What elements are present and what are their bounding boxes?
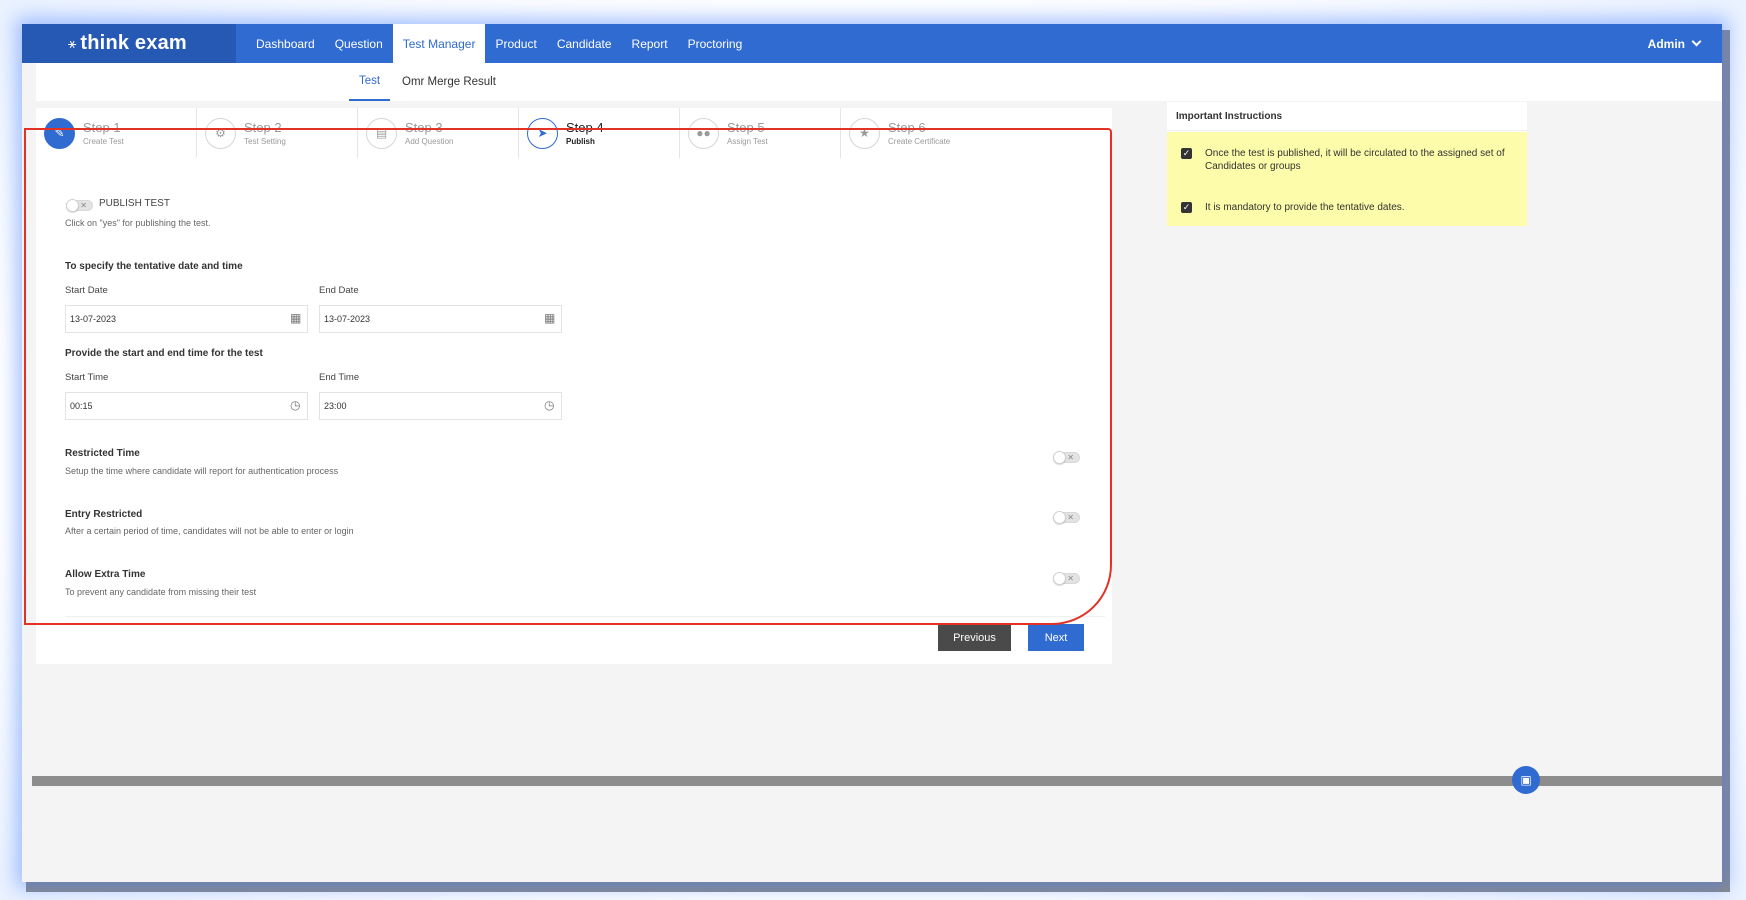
nav-proctoring[interactable]: Proctoring xyxy=(678,24,753,63)
test-wizard-card: ✎ Step 1 Create Test ⚙ Step 2 Test Setting… xyxy=(36,108,1112,664)
times-heading: Provide the start and end time for the t… xyxy=(65,348,263,359)
previous-button[interactable]: Previous xyxy=(938,624,1011,651)
start-time-input[interactable]: 00:15 xyxy=(65,392,308,420)
start-date-input[interactable]: 13-07-2023 xyxy=(65,305,308,333)
publish-hint: Click on "yes" for publishing the test. xyxy=(65,218,211,228)
entry-restricted-title: Entry Restricted xyxy=(65,509,143,520)
checkbox-checked-icon[interactable]: ✓ xyxy=(1181,202,1192,213)
step-title: Step 6 xyxy=(888,119,926,135)
nav-dashboard[interactable]: Dashboard xyxy=(236,24,325,63)
gear-icon: ⚙ xyxy=(205,117,236,149)
step-title: Step 5 xyxy=(727,119,765,135)
dates-heading: To specify the tentative date and time xyxy=(65,261,243,272)
calendar-icon[interactable]: ▦ xyxy=(544,311,555,325)
nav-question[interactable]: Question xyxy=(325,24,393,63)
instruction-item: It is mandatory to provide the tentative… xyxy=(1205,202,1405,213)
logo[interactable]: ⚹ think exam xyxy=(22,24,236,63)
allow-extra-time-desc: To prevent any candidate from missing th… xyxy=(65,587,257,597)
top-navbar: ⚹ think exam Dashboard Question Test Man… xyxy=(22,24,1722,63)
clock-icon[interactable]: ◷ xyxy=(544,398,554,412)
allow-extra-time-toggle[interactable]: ✕ xyxy=(1053,572,1080,585)
document-icon: ▤ xyxy=(366,117,397,149)
instructions-panel: Important Instructions ✓ Once the test i… xyxy=(1167,102,1527,226)
instructions-body: ✓ Once the test is published, it will be… xyxy=(1167,132,1527,226)
step-title: Step 4 xyxy=(566,119,604,135)
step-subtitle: Create Certificate xyxy=(888,136,951,146)
tab-omr-merge-result[interactable]: Omr Merge Result xyxy=(396,63,502,101)
close-icon: ✕ xyxy=(1067,513,1074,522)
toggle-knob xyxy=(1053,572,1066,585)
user-name: Admin xyxy=(1647,36,1685,51)
checkbox-checked-icon[interactable]: ✓ xyxy=(1181,148,1192,159)
allow-extra-time-title: Allow Extra Time xyxy=(65,569,146,580)
step-subtitle: Test Setting xyxy=(244,136,286,146)
end-date-input[interactable]: 13-07-2023 xyxy=(319,305,562,333)
logo-icon: ⚹ xyxy=(68,35,77,51)
user-menu[interactable]: Admin xyxy=(1647,24,1702,63)
toggle-knob xyxy=(1053,511,1066,524)
restricted-time-title: Restricted Time xyxy=(65,448,140,459)
users-icon: ●● xyxy=(688,117,719,149)
end-time-label: End Time xyxy=(319,372,360,383)
toggle-knob xyxy=(66,199,79,212)
wizard-steps: ✎ Step 1 Create Test ⚙ Step 2 Test Setting… xyxy=(36,108,1112,158)
next-button[interactable]: Next xyxy=(1028,624,1084,651)
step-title: Step 2 xyxy=(244,119,282,135)
tab-test[interactable]: Test xyxy=(349,63,391,101)
nav-product[interactable]: Product xyxy=(485,24,546,63)
step-title: Step 3 xyxy=(405,119,443,135)
calendar-icon[interactable]: ▦ xyxy=(290,311,301,325)
close-icon: ✕ xyxy=(1067,574,1074,583)
clock-icon[interactable]: ◷ xyxy=(290,398,300,412)
step-5[interactable]: ●● Step 5 Assign Test xyxy=(680,108,841,158)
step-3[interactable]: ▤ Step 3 Add Question xyxy=(358,108,519,158)
app-window: ⚹ think exam Dashboard Question Test Man… xyxy=(22,24,1722,882)
instruction-item: Once the test is published, it will be c… xyxy=(1205,148,1505,172)
toggle-knob xyxy=(1053,451,1066,464)
star-icon: ★ xyxy=(849,117,880,149)
entry-restricted-toggle[interactable]: ✕ xyxy=(1053,511,1080,524)
main-nav: Dashboard Question Test Manager Product … xyxy=(236,24,752,63)
end-date-label: End Date xyxy=(319,285,359,296)
divider xyxy=(65,616,1105,617)
close-icon: ✕ xyxy=(80,201,87,210)
step-2[interactable]: ⚙ Step 2 Test Setting xyxy=(197,108,358,158)
step-4[interactable]: ➤ Step 4 Publish xyxy=(519,108,680,158)
step-subtitle: Assign Test xyxy=(727,136,768,146)
end-time-input[interactable]: 23:00 xyxy=(319,392,562,420)
pencil-icon: ✎ xyxy=(44,117,75,149)
step-6[interactable]: ★ Step 6 Create Certificate xyxy=(841,108,1002,158)
publish-test-label: PUBLISH TEST xyxy=(99,198,170,209)
restricted-time-toggle[interactable]: ✕ xyxy=(1053,451,1080,464)
start-time-label: Start Time xyxy=(65,372,109,383)
nav-test-manager[interactable]: Test Manager xyxy=(392,24,486,63)
step-subtitle: Create Test xyxy=(83,136,124,146)
sub-nav: Test Omr Merge Result xyxy=(36,63,1722,101)
close-icon: ✕ xyxy=(1067,453,1074,462)
step-1[interactable]: ✎ Step 1 Create Test xyxy=(36,108,197,158)
step-subtitle: Add Question xyxy=(405,136,454,146)
brand-name: think exam xyxy=(80,32,187,54)
restricted-time-desc: Setup the time where candidate will repo… xyxy=(65,466,339,476)
entry-restricted-desc: After a certain period of time, candidat… xyxy=(65,526,354,536)
step-title: Step 1 xyxy=(83,119,121,135)
bottom-edge xyxy=(32,776,1722,786)
publish-test-toggle[interactable]: ✕ xyxy=(66,199,93,212)
nav-report[interactable]: Report xyxy=(622,24,678,63)
start-date-label: Start Date xyxy=(65,285,108,296)
chevron-down-icon xyxy=(1691,36,1702,47)
rocket-icon: ➤ xyxy=(527,117,558,149)
step-subtitle: Publish xyxy=(566,136,595,146)
instructions-title: Important Instructions xyxy=(1167,102,1527,131)
nav-candidate[interactable]: Candidate xyxy=(547,24,622,63)
chat-icon[interactable]: ▣ xyxy=(1512,766,1540,794)
